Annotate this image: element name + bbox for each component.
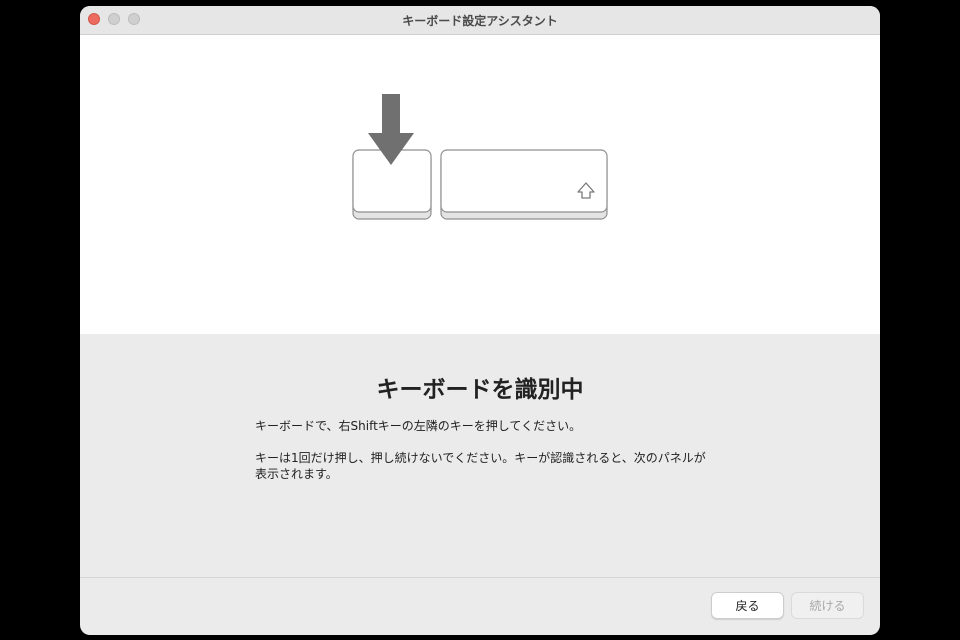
- instruction-text: キーボードで、右Shiftキーの左隣のキーを押してください。: [255, 419, 582, 433]
- right-shift-key: [440, 149, 608, 220]
- keyboard-setup-assistant-window: キーボード設定アシスタント キーボードを識別中 キーボードで、右Shiftキーの…: [80, 6, 880, 635]
- instructions-panel: キーボードを識別中 キーボードで、右Shiftキーの左隣のキーを押してください。…: [80, 334, 880, 577]
- keys-graphic: [352, 94, 608, 220]
- title-bar[interactable]: キーボード設定アシスタント: [80, 6, 880, 35]
- instruction-note: キーは1回だけ押し、押し続けないでください。キーが認識されると、次のパネルが表示…: [255, 451, 706, 481]
- page-title: キーボードを識別中: [376, 377, 584, 403]
- keyboard-illustration: [80, 35, 880, 334]
- continue-button[interactable]: 続ける: [791, 592, 864, 619]
- back-button[interactable]: 戻る: [711, 592, 784, 619]
- window-title: キーボード設定アシスタント: [402, 14, 558, 28]
- footer-divider: [80, 577, 880, 578]
